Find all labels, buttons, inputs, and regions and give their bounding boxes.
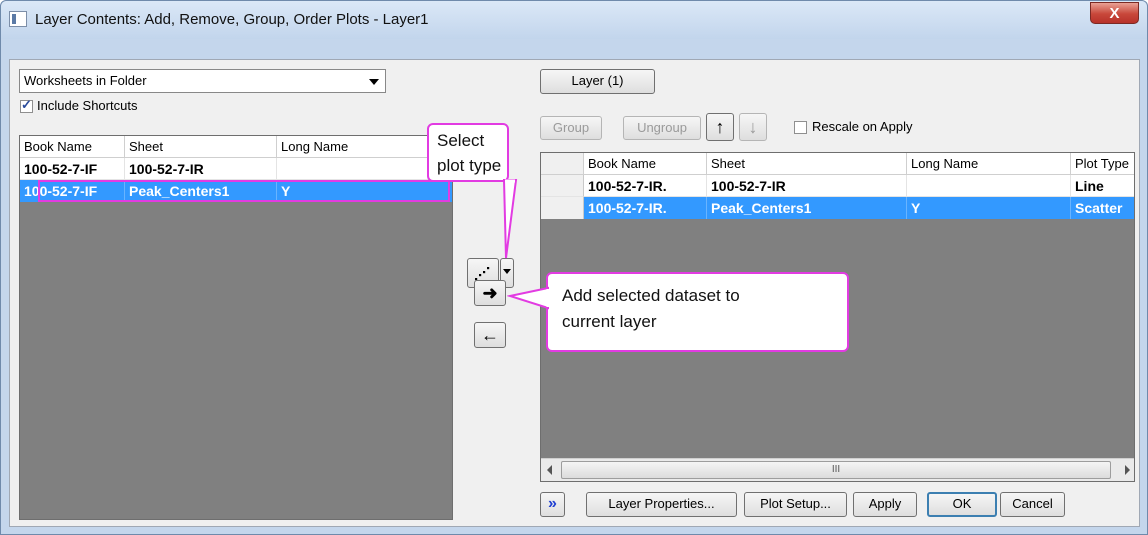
- cell-sheet: 100-52-7-IR: [707, 175, 907, 197]
- chevron-down-icon: [503, 269, 511, 274]
- column-header-book-name[interactable]: Book Name: [20, 136, 125, 158]
- ungroup-button[interactable]: Ungroup: [623, 116, 701, 140]
- layer-properties-button[interactable]: Layer Properties...: [586, 492, 737, 517]
- column-header-sheet[interactable]: Sheet: [707, 153, 907, 175]
- add-dataset-button[interactable]: ➜: [474, 280, 506, 306]
- move-up-button[interactable]: ↑: [706, 113, 734, 141]
- close-button[interactable]: X: [1090, 2, 1139, 24]
- column-header-plot-type[interactable]: Plot Type: [1071, 153, 1134, 175]
- source-dropdown[interactable]: Worksheets in Folder: [19, 69, 386, 93]
- callout-line: plot type: [437, 156, 502, 175]
- arrow-down-icon: ↓: [748, 117, 758, 137]
- cell-book-name: 100-52-7-IR.: [584, 175, 707, 197]
- cell-plot-type: Line: [1071, 175, 1134, 197]
- rescale-on-apply-label: Rescale on Apply: [812, 119, 913, 134]
- scroll-thumb[interactable]: III: [561, 461, 1111, 479]
- table-row-selected[interactable]: 100-52-7-IR. Peak_Centers1 Y Scatter: [541, 197, 1134, 219]
- callout-add-dataset: Add selected dataset to current layer: [546, 272, 849, 352]
- cell-long-name: Y: [907, 197, 1071, 219]
- rescale-on-apply-checkbox[interactable]: [794, 121, 807, 134]
- column-header-book-name[interactable]: Book Name: [584, 153, 707, 175]
- move-down-button[interactable]: ↓: [739, 113, 767, 141]
- row-header[interactable]: [541, 197, 584, 219]
- callout-line: current layer: [562, 312, 657, 331]
- table-row[interactable]: 100-52-7-IF 100-52-7-IR: [20, 158, 452, 180]
- cell-book-name: 100-52-7-IR.: [584, 197, 707, 219]
- arrow-left-icon: ←: [481, 325, 499, 345]
- row-header-corner: [541, 153, 584, 175]
- scroll-left-icon[interactable]: [547, 465, 552, 475]
- arrow-right-icon: ➜: [482, 283, 498, 303]
- remove-dataset-button[interactable]: ←: [474, 322, 506, 348]
- callout-line: Add selected dataset to: [562, 286, 740, 305]
- cell-long-name: [907, 175, 1071, 197]
- app-icon: [9, 11, 27, 27]
- include-shortcuts-checkbox[interactable]: [20, 97, 33, 113]
- available-datasets-grid[interactable]: Book Name Sheet Long Name 100-52-7-IF 10…: [19, 135, 453, 520]
- layer-contents-dialog: Layer Contents: Add, Remove, Group, Orde…: [0, 0, 1148, 535]
- window-title: Layer Contents: Add, Remove, Group, Orde…: [35, 11, 429, 28]
- scroll-right-icon[interactable]: [1125, 465, 1130, 475]
- cell-book-name: 100-52-7-IF: [20, 158, 125, 180]
- group-button[interactable]: Group: [540, 116, 602, 140]
- selection-highlight-frame: [38, 180, 450, 202]
- callout-select-plot-type: Select plot type: [427, 123, 509, 182]
- dialog-body: Worksheets in Folder Include Shortcuts B…: [9, 59, 1140, 527]
- cancel-button[interactable]: Cancel: [1000, 492, 1065, 517]
- cell-sheet: 100-52-7-IR: [125, 158, 277, 180]
- chevron-down-icon: [369, 79, 379, 85]
- callout-pointer: [502, 179, 518, 259]
- grid-header: Book Name Sheet Long Name Plot Type: [541, 153, 1134, 175]
- callout-line: Select: [437, 131, 485, 150]
- horizontal-scrollbar[interactable]: III: [541, 458, 1134, 481]
- table-row[interactable]: 100-52-7-IR. 100-52-7-IR Line: [541, 175, 1134, 197]
- title-bar[interactable]: Layer Contents: Add, Remove, Group, Orde…: [1, 1, 1147, 39]
- cell-sheet: Peak_Centers1: [707, 197, 907, 219]
- arrow-up-icon: ↑: [715, 117, 725, 137]
- grid-header: Book Name Sheet Long Name: [20, 136, 452, 158]
- cell-plot-type: Scatter: [1071, 197, 1134, 219]
- include-shortcuts-label: Include Shortcuts: [37, 98, 138, 113]
- plot-setup-button[interactable]: Plot Setup...: [744, 492, 847, 517]
- apply-button[interactable]: Apply: [853, 492, 917, 517]
- layer-button[interactable]: Layer (1): [540, 69, 655, 94]
- source-dropdown-value: Worksheets in Folder: [24, 73, 147, 88]
- callout-pointer: [507, 286, 550, 310]
- ok-button[interactable]: OK: [927, 492, 997, 517]
- column-header-long-name[interactable]: Long Name: [907, 153, 1071, 175]
- row-header[interactable]: [541, 175, 584, 197]
- expand-button[interactable]: »: [540, 492, 565, 517]
- column-header-sheet[interactable]: Sheet: [125, 136, 277, 158]
